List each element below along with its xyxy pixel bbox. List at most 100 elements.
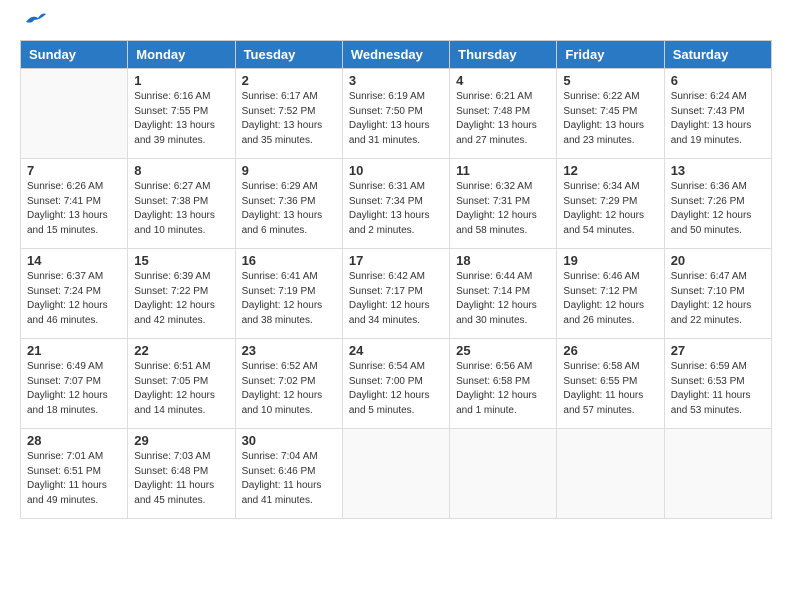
sunset: Sunset: 6:51 PM — [27, 466, 101, 477]
calendar-cell: 19 Sunrise: 6:46 AM Sunset: 7:12 PM Dayl… — [557, 249, 664, 339]
logo — [20, 20, 46, 30]
day-info: Sunrise: 6:32 AM Sunset: 7:31 PM Dayligh… — [456, 180, 550, 238]
day-number: 4 — [456, 73, 550, 88]
calendar-cell: 1 Sunrise: 6:16 AM Sunset: 7:55 PM Dayli… — [128, 69, 235, 159]
calendar-cell: 28 Sunrise: 7:01 AM Sunset: 6:51 PM Dayl… — [21, 429, 128, 519]
calendar-cell: 18 Sunrise: 6:44 AM Sunset: 7:14 PM Dayl… — [450, 249, 557, 339]
sunrise: Sunrise: 7:04 AM — [242, 451, 318, 462]
day-info: Sunrise: 6:46 AM Sunset: 7:12 PM Dayligh… — [563, 270, 657, 328]
sunset: Sunset: 7:00 PM — [349, 376, 423, 387]
day-number: 30 — [242, 433, 336, 448]
sunrise: Sunrise: 6:37 AM — [27, 271, 103, 282]
daylight: Daylight: 13 hours and 15 minutes. — [27, 210, 108, 236]
day-number: 29 — [134, 433, 228, 448]
day-info: Sunrise: 6:31 AM Sunset: 7:34 PM Dayligh… — [349, 180, 443, 238]
day-number: 2 — [242, 73, 336, 88]
calendar-header-row: SundayMondayTuesdayWednesdayThursdayFrid… — [21, 41, 772, 69]
calendar-cell — [450, 429, 557, 519]
sunset: Sunset: 7:19 PM — [242, 286, 316, 297]
day-number: 12 — [563, 163, 657, 178]
calendar-cell: 8 Sunrise: 6:27 AM Sunset: 7:38 PM Dayli… — [128, 159, 235, 249]
day-info: Sunrise: 7:03 AM Sunset: 6:48 PM Dayligh… — [134, 450, 228, 508]
daylight: Daylight: 12 hours and 34 minutes. — [349, 300, 430, 326]
sunset: Sunset: 7:24 PM — [27, 286, 101, 297]
sunset: Sunset: 7:02 PM — [242, 376, 316, 387]
sunrise: Sunrise: 6:51 AM — [134, 361, 210, 372]
sunrise: Sunrise: 6:19 AM — [349, 91, 425, 102]
calendar-cell: 13 Sunrise: 6:36 AM Sunset: 7:26 PM Dayl… — [664, 159, 771, 249]
calendar-week-row: 1 Sunrise: 6:16 AM Sunset: 7:55 PM Dayli… — [21, 69, 772, 159]
day-info: Sunrise: 6:19 AM Sunset: 7:50 PM Dayligh… — [349, 90, 443, 148]
sunrise: Sunrise: 6:56 AM — [456, 361, 532, 372]
calendar-cell: 14 Sunrise: 6:37 AM Sunset: 7:24 PM Dayl… — [21, 249, 128, 339]
sunset: Sunset: 6:55 PM — [563, 376, 637, 387]
day-number: 6 — [671, 73, 765, 88]
day-info: Sunrise: 6:47 AM Sunset: 7:10 PM Dayligh… — [671, 270, 765, 328]
daylight: Daylight: 12 hours and 50 minutes. — [671, 210, 752, 236]
day-number: 19 — [563, 253, 657, 268]
day-info: Sunrise: 6:22 AM Sunset: 7:45 PM Dayligh… — [563, 90, 657, 148]
calendar-cell: 20 Sunrise: 6:47 AM Sunset: 7:10 PM Dayl… — [664, 249, 771, 339]
day-number: 25 — [456, 343, 550, 358]
sunset: Sunset: 6:53 PM — [671, 376, 745, 387]
day-number: 3 — [349, 73, 443, 88]
col-header-saturday: Saturday — [664, 41, 771, 69]
sunset: Sunset: 7:10 PM — [671, 286, 745, 297]
sunrise: Sunrise: 6:44 AM — [456, 271, 532, 282]
col-header-thursday: Thursday — [450, 41, 557, 69]
day-number: 24 — [349, 343, 443, 358]
day-info: Sunrise: 6:42 AM Sunset: 7:17 PM Dayligh… — [349, 270, 443, 328]
day-number: 20 — [671, 253, 765, 268]
daylight: Daylight: 13 hours and 19 minutes. — [671, 120, 752, 146]
daylight: Daylight: 11 hours and 49 minutes. — [27, 480, 107, 506]
calendar-table: SundayMondayTuesdayWednesdayThursdayFrid… — [20, 40, 772, 519]
daylight: Daylight: 12 hours and 5 minutes. — [349, 390, 430, 416]
sunset: Sunset: 6:58 PM — [456, 376, 530, 387]
calendar-week-row: 14 Sunrise: 6:37 AM Sunset: 7:24 PM Dayl… — [21, 249, 772, 339]
day-info: Sunrise: 6:17 AM Sunset: 7:52 PM Dayligh… — [242, 90, 336, 148]
day-info: Sunrise: 6:36 AM Sunset: 7:26 PM Dayligh… — [671, 180, 765, 238]
daylight: Daylight: 12 hours and 46 minutes. — [27, 300, 108, 326]
page-header — [20, 20, 772, 30]
sunset: Sunset: 7:36 PM — [242, 196, 316, 207]
daylight: Daylight: 11 hours and 45 minutes. — [134, 480, 214, 506]
sunrise: Sunrise: 6:34 AM — [563, 181, 639, 192]
day-number: 17 — [349, 253, 443, 268]
sunrise: Sunrise: 6:39 AM — [134, 271, 210, 282]
sunset: Sunset: 7:26 PM — [671, 196, 745, 207]
day-info: Sunrise: 6:24 AM Sunset: 7:43 PM Dayligh… — [671, 90, 765, 148]
calendar-cell: 17 Sunrise: 6:42 AM Sunset: 7:17 PM Dayl… — [342, 249, 449, 339]
day-info: Sunrise: 6:34 AM Sunset: 7:29 PM Dayligh… — [563, 180, 657, 238]
sunrise: Sunrise: 7:03 AM — [134, 451, 210, 462]
calendar-cell: 16 Sunrise: 6:41 AM Sunset: 7:19 PM Dayl… — [235, 249, 342, 339]
day-info: Sunrise: 7:04 AM Sunset: 6:46 PM Dayligh… — [242, 450, 336, 508]
sunrise: Sunrise: 6:32 AM — [456, 181, 532, 192]
sunset: Sunset: 7:45 PM — [563, 106, 637, 117]
daylight: Daylight: 13 hours and 23 minutes. — [563, 120, 644, 146]
calendar-week-row: 21 Sunrise: 6:49 AM Sunset: 7:07 PM Dayl… — [21, 339, 772, 429]
calendar-cell: 30 Sunrise: 7:04 AM Sunset: 6:46 PM Dayl… — [235, 429, 342, 519]
sunrise: Sunrise: 6:46 AM — [563, 271, 639, 282]
sunset: Sunset: 7:52 PM — [242, 106, 316, 117]
calendar-cell: 25 Sunrise: 6:56 AM Sunset: 6:58 PM Dayl… — [450, 339, 557, 429]
daylight: Daylight: 13 hours and 31 minutes. — [349, 120, 430, 146]
daylight: Daylight: 12 hours and 38 minutes. — [242, 300, 323, 326]
day-info: Sunrise: 6:29 AM Sunset: 7:36 PM Dayligh… — [242, 180, 336, 238]
sunset: Sunset: 7:48 PM — [456, 106, 530, 117]
day-info: Sunrise: 6:26 AM Sunset: 7:41 PM Dayligh… — [27, 180, 121, 238]
sunset: Sunset: 7:12 PM — [563, 286, 637, 297]
day-number: 8 — [134, 163, 228, 178]
daylight: Daylight: 12 hours and 1 minute. — [456, 390, 537, 416]
day-number: 9 — [242, 163, 336, 178]
day-number: 15 — [134, 253, 228, 268]
col-header-monday: Monday — [128, 41, 235, 69]
daylight: Daylight: 11 hours and 53 minutes. — [671, 390, 751, 416]
sunset: Sunset: 7:14 PM — [456, 286, 530, 297]
calendar-cell: 10 Sunrise: 6:31 AM Sunset: 7:34 PM Dayl… — [342, 159, 449, 249]
daylight: Daylight: 12 hours and 42 minutes. — [134, 300, 215, 326]
calendar-cell: 21 Sunrise: 6:49 AM Sunset: 7:07 PM Dayl… — [21, 339, 128, 429]
daylight: Daylight: 12 hours and 26 minutes. — [563, 300, 644, 326]
col-header-sunday: Sunday — [21, 41, 128, 69]
calendar-cell: 6 Sunrise: 6:24 AM Sunset: 7:43 PM Dayli… — [664, 69, 771, 159]
calendar-cell: 15 Sunrise: 6:39 AM Sunset: 7:22 PM Dayl… — [128, 249, 235, 339]
